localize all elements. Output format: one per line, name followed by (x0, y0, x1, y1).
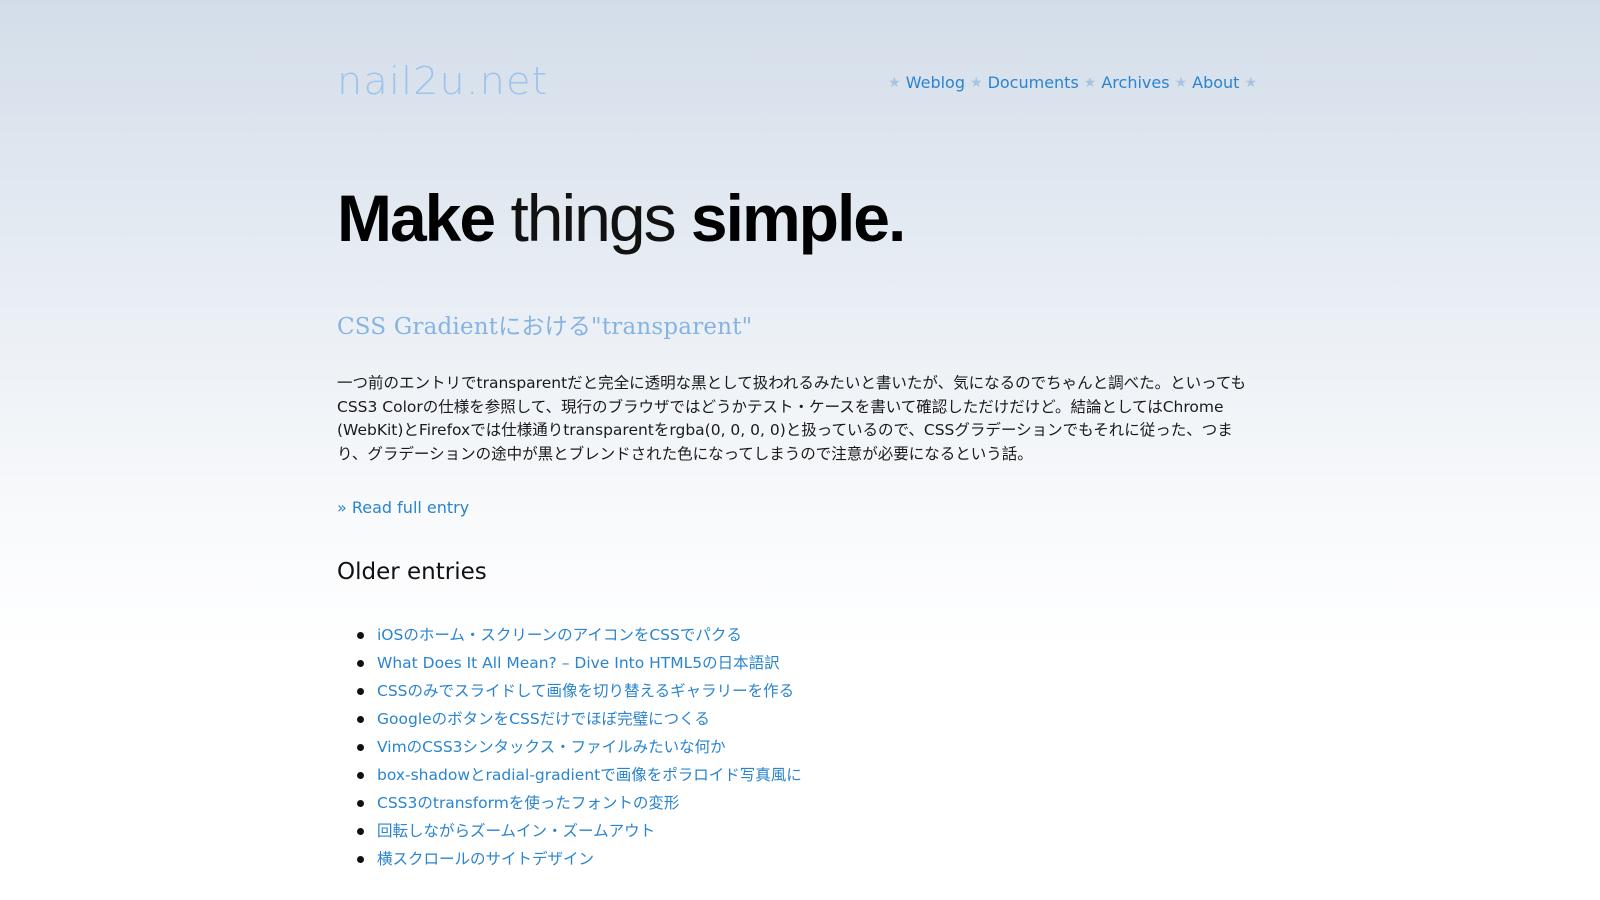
tagline-simple: simple. (690, 181, 906, 255)
bullet-icon (357, 744, 364, 751)
list-item: 横スクロールのサイトデザイン (337, 845, 1262, 873)
older-entry-link[interactable]: CSSのみでスライドして画像を切り替えるギャラリーを作る (377, 682, 794, 700)
older-entry-link[interactable]: What Does It All Mean? – Dive Into HTML5… (377, 654, 780, 672)
site-header: nail2u.net ★ Weblog ★ Documents ★ Archiv… (337, 0, 1262, 120)
list-item: VimのCSS3シンタックス・ファイルみたいな何か (337, 733, 1262, 761)
bullet-icon (357, 688, 364, 695)
list-item: iOSのホーム・スクリーンのアイコンをCSSでパクる (337, 621, 1262, 649)
older-entries-heading: Older entries (337, 559, 487, 585)
older-entries: Older entries iOSのホーム・スクリーンのアイコンをCSSでパクる… (337, 559, 1262, 873)
older-entry-link[interactable]: 回転しながらズームイン・ズームアウト (377, 822, 655, 840)
bullet-icon (357, 632, 364, 639)
older-entries-list: iOSのホーム・スクリーンのアイコンをCSSでパクる What Does It … (337, 621, 1262, 873)
bullet-icon (357, 660, 364, 667)
page: nail2u.net ★ Weblog ★ Documents ★ Archiv… (337, 0, 1262, 873)
list-item: CSS3のtransformを使ったフォントの変形 (337, 789, 1262, 817)
nav-link-weblog[interactable]: Weblog (906, 73, 965, 92)
tagline-things: things (494, 181, 691, 255)
list-item: 回転しながらズームイン・ズームアウト (337, 817, 1262, 845)
older-entry-link[interactable]: VimのCSS3シンタックス・ファイルみたいな何か (377, 738, 726, 756)
older-entry-link[interactable]: GoogleのボタンをCSSだけでほぼ完璧につくる (377, 710, 710, 728)
star-icon: ★ (1083, 74, 1097, 91)
latest-entry: CSS Gradientにおける"transparent" 一つ前のエントリでt… (337, 307, 1262, 517)
list-item: What Does It All Mean? – Dive Into HTML5… (337, 649, 1262, 677)
logo-text: nail2u.net (337, 59, 549, 103)
bullet-icon (357, 716, 364, 723)
bullet-icon (357, 800, 364, 807)
read-full-entry-link[interactable]: » Read full entry (337, 498, 469, 517)
older-entry-link[interactable]: CSS3のtransformを使ったフォントの変形 (377, 794, 679, 812)
nav-link-documents[interactable]: Documents (988, 73, 1079, 92)
tagline-make: Make (337, 181, 496, 255)
older-entry-link[interactable]: 横スクロールのサイトデザイン (377, 850, 594, 868)
list-item: CSSのみでスライドして画像を切り替えるギャラリーを作る (337, 677, 1262, 705)
bullet-icon (357, 828, 364, 835)
entry-title[interactable]: CSS Gradientにおける"transparent" (337, 307, 1262, 341)
nav-link-archives[interactable]: Archives (1101, 73, 1169, 92)
tagline: Make things simple. (337, 185, 1262, 251)
bullet-icon (357, 772, 364, 779)
star-icon: ★ (1174, 74, 1188, 91)
list-item: GoogleのボタンをCSSだけでほぼ完璧につくる (337, 705, 1262, 733)
main-nav: ★ Weblog ★ Documents ★ Archives ★ About … (883, 73, 1262, 92)
older-entry-link[interactable]: box-shadowとradial-gradientで画像をポラロイド写真風に (377, 766, 802, 784)
star-icon: ★ (1244, 74, 1257, 91)
site-logo[interactable]: nail2u.net (337, 56, 547, 106)
bullet-icon (357, 856, 364, 863)
nav-link-about[interactable]: About (1192, 73, 1239, 92)
list-item: box-shadowとradial-gradientで画像をポラロイド写真風に (337, 761, 1262, 789)
star-icon: ★ (888, 74, 901, 91)
star-icon: ★ (970, 74, 983, 91)
entry-body: 一つ前のエントリでtransparentだと完全に透明な黒として扱われるみたいと… (337, 374, 1247, 463)
older-entry-link[interactable]: iOSのホーム・スクリーンのアイコンをCSSでパクる (377, 626, 742, 644)
